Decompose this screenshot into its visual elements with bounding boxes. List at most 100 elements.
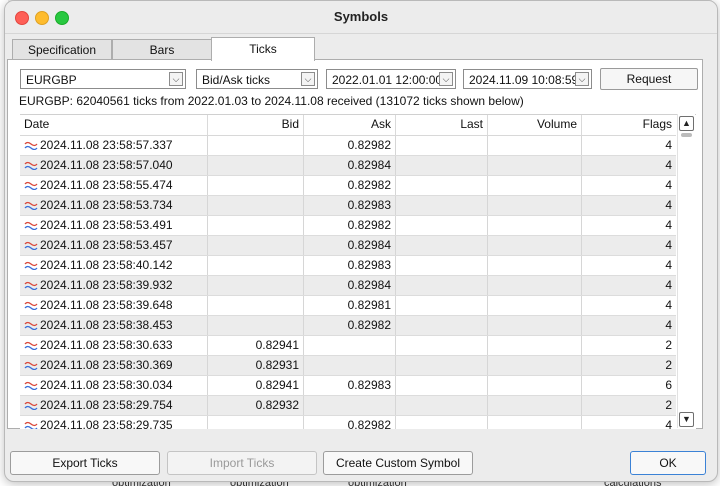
date-from-picker[interactable]: 2022.01.01 12:00:00 ⌵: [326, 69, 456, 89]
cell-ask: 0.82982: [304, 176, 396, 195]
table-row[interactable]: 2024.11.08 23:58:40.142 0.82983 4: [20, 256, 676, 276]
cell-volume: [488, 236, 582, 255]
column-header-ask[interactable]: Ask: [304, 115, 396, 135]
cell-date: 2024.11.08 23:58:57.040: [20, 156, 208, 175]
cell-last: [396, 136, 488, 155]
cell-date: 2024.11.08 23:58:30.369: [20, 356, 208, 375]
table-row[interactable]: 2024.11.08 23:58:38.453 0.82982 4: [20, 316, 676, 336]
table-row[interactable]: 2024.11.08 23:58:57.040 0.82984 4: [20, 156, 676, 176]
cell-last: [396, 196, 488, 215]
tick-wave-icon: [24, 201, 38, 210]
window-title: Symbols: [333, 9, 389, 24]
cell-flags: 2: [665, 398, 672, 412]
cell-date-text: 2024.11.08 23:58:38.453: [40, 318, 173, 332]
cell-flags: 4: [665, 278, 672, 292]
tick-type-select-value: Bid/Ask ticks: [202, 73, 271, 87]
table-header: Date Bid Ask Last Volume Flags: [20, 115, 676, 136]
tab-specification[interactable]: Specification: [12, 39, 112, 59]
table-row[interactable]: 2024.11.08 23:58:57.337 0.82982 4: [20, 136, 676, 156]
table-row[interactable]: 2024.11.08 23:58:53.457 0.82984 4: [20, 236, 676, 256]
column-header-volume[interactable]: Volume: [488, 115, 582, 135]
table-row[interactable]: 2024.11.08 23:58:55.474 0.82982 4: [20, 176, 676, 196]
cell-flags: 2: [665, 338, 672, 352]
symbol-select[interactable]: EURGBP ⌵: [20, 69, 186, 89]
cell-date-text: 2024.11.08 23:58:39.648: [40, 298, 173, 312]
cell-last: [396, 416, 488, 429]
cell-flags: 4: [665, 238, 672, 252]
cell-ask: [304, 356, 396, 375]
cell-date-text: 2024.11.08 23:58:57.040: [40, 158, 173, 172]
ticks-table[interactable]: Date Bid Ask Last Volume Flags 2024.11.0…: [20, 114, 696, 429]
table-row[interactable]: 2024.11.08 23:58:39.932 0.82984 4: [20, 276, 676, 296]
ok-button[interactable]: OK: [630, 451, 706, 475]
table-row[interactable]: 2024.11.08 23:58:53.734 0.82983 4: [20, 196, 676, 216]
column-header-bid[interactable]: Bid: [208, 115, 304, 135]
cell-date-text: 2024.11.08 23:58:53.491: [40, 218, 173, 232]
cell-bid: [208, 156, 304, 175]
cell-last: [396, 356, 488, 375]
chevron-down-icon: ⌵: [301, 72, 315, 86]
column-header-date[interactable]: Date: [20, 115, 208, 135]
cell-ask: 0.82984: [304, 156, 396, 175]
tick-wave-icon: [24, 161, 38, 170]
table-row[interactable]: 2024.11.08 23:58:29.735 0.82982 4: [20, 416, 676, 429]
cell-date: 2024.11.08 23:58:40.142: [20, 256, 208, 275]
symbol-select-value: EURGBP: [26, 73, 77, 87]
table-row[interactable]: 2024.11.08 23:58:29.754 0.82932 2: [20, 396, 676, 416]
cell-volume: [488, 336, 582, 355]
chevron-down-icon[interactable]: ▼: [679, 412, 694, 427]
cell-last: [396, 276, 488, 295]
export-ticks-button[interactable]: Export Ticks: [10, 451, 160, 475]
cell-date: 2024.11.08 23:58:39.932: [20, 276, 208, 295]
table-row[interactable]: 2024.11.08 23:58:39.648 0.82981 4: [20, 296, 676, 316]
cell-date-text: 2024.11.08 23:58:55.474: [40, 178, 173, 192]
title-bar[interactable]: Symbols: [5, 1, 717, 34]
cell-ask: [304, 336, 396, 355]
tick-wave-icon: [24, 141, 38, 150]
cell-flags: 4: [665, 298, 672, 312]
tick-type-select[interactable]: Bid/Ask ticks ⌵: [196, 69, 318, 89]
table-row[interactable]: 2024.11.08 23:58:30.633 0.82941 2: [20, 336, 676, 356]
cell-date: 2024.11.08 23:58:55.474: [20, 176, 208, 195]
tab-ticks[interactable]: Ticks: [211, 37, 315, 61]
cell-date-text: 2024.11.08 23:58:53.457: [40, 238, 173, 252]
cell-date-text: 2024.11.08 23:58:30.369: [40, 358, 173, 372]
table-row[interactable]: 2024.11.08 23:58:30.034 0.82941 0.82983 6: [20, 376, 676, 396]
date-to-picker[interactable]: 2024.11.09 10:08:59 ⌵: [463, 69, 592, 89]
cell-ask: [304, 396, 396, 415]
table-scrollbar[interactable]: ▲ ▼: [677, 114, 695, 428]
cell-date: 2024.11.08 23:58:53.457: [20, 236, 208, 255]
cell-volume: [488, 136, 582, 155]
cell-date: 2024.11.08 23:58:53.734: [20, 196, 208, 215]
cell-ask: 0.82981: [304, 296, 396, 315]
cell-bid: [208, 296, 304, 315]
import-ticks-button[interactable]: Import Ticks: [167, 451, 317, 475]
request-button[interactable]: Request: [600, 68, 698, 90]
cell-ask: 0.82983: [304, 376, 396, 395]
cell-date-text: 2024.11.08 23:58:29.735: [40, 418, 173, 429]
chevron-down-icon: ⌵: [169, 72, 183, 86]
column-header-flags[interactable]: Flags: [582, 115, 676, 135]
table-row[interactable]: 2024.11.08 23:58:53.491 0.82982 4: [20, 216, 676, 236]
ticks-summary: EURGBP: 62040561 ticks from 2022.01.03 t…: [19, 94, 524, 108]
table-row[interactable]: 2024.11.08 23:58:30.369 0.82931 2: [20, 356, 676, 376]
tick-wave-icon: [24, 301, 38, 310]
column-header-last[interactable]: Last: [396, 115, 488, 135]
tab-bars[interactable]: Bars: [112, 39, 212, 59]
cell-ask: 0.82982: [304, 316, 396, 335]
cell-ask: 0.82983: [304, 256, 396, 275]
create-custom-symbol-button[interactable]: Create Custom Symbol: [323, 451, 473, 475]
cell-ask: 0.82982: [304, 216, 396, 235]
tick-wave-icon: [24, 181, 38, 190]
cell-volume: [488, 216, 582, 235]
cell-volume: [488, 176, 582, 195]
cell-last: [396, 396, 488, 415]
cell-last: [396, 156, 488, 175]
cell-volume: [488, 376, 582, 395]
cell-last: [396, 176, 488, 195]
date-to-value: 2024.11.09 10:08:59: [469, 73, 579, 87]
chevron-up-icon[interactable]: ▲: [679, 116, 694, 131]
scrollbar-thumb[interactable]: [681, 133, 692, 137]
cell-flags: 4: [665, 318, 672, 332]
cell-date: 2024.11.08 23:58:39.648: [20, 296, 208, 315]
